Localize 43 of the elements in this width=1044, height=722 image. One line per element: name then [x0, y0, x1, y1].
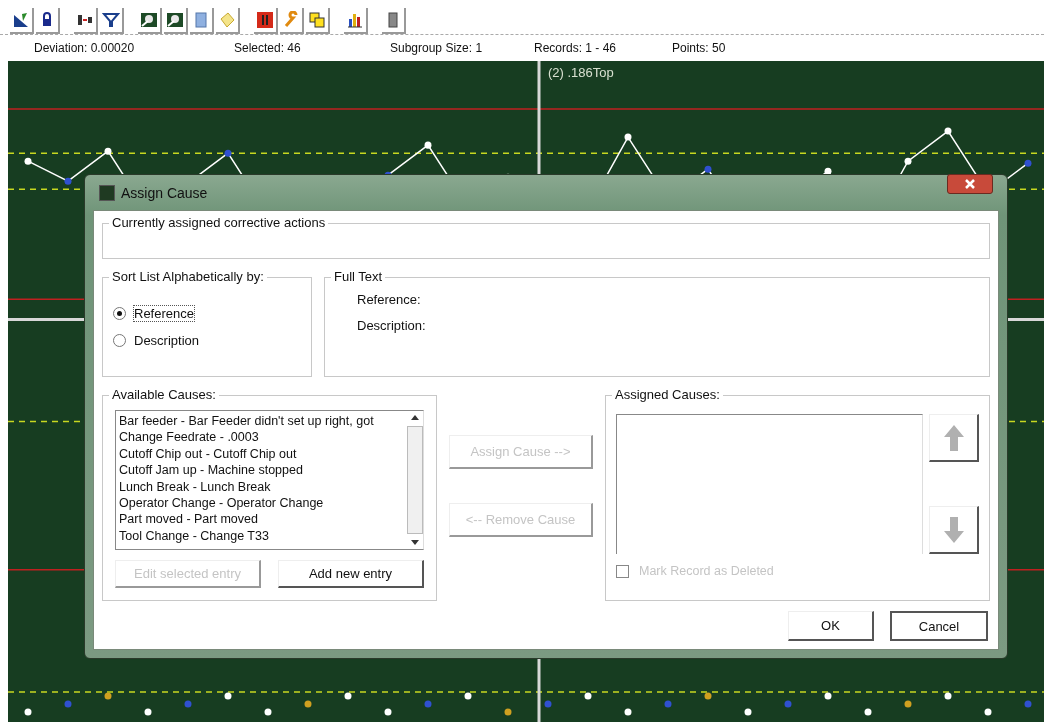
move-down-button[interactable] [929, 506, 979, 554]
status-text: Deviation: 0.00020 [34, 41, 136, 55]
split-icon[interactable] [74, 8, 98, 34]
dialog-button[interactable]: OK [788, 611, 874, 641]
close-button[interactable] [947, 174, 993, 194]
field-label: Reference: [357, 292, 422, 307]
radio-option[interactable]: Reference [113, 306, 301, 321]
status-text: Records: 1 - 46 [534, 41, 618, 55]
app-icon [99, 184, 115, 201]
layers-icon[interactable] [306, 8, 330, 34]
group-label: Full Text [331, 269, 386, 284]
down-arrow-icon [942, 514, 965, 545]
list-item[interactable]: Part moved - Part moved [119, 511, 404, 528]
group-label: Currently assigned corrective actions [109, 215, 329, 230]
field-label: Description: [357, 318, 427, 333]
list-item[interactable]: Change Feedrate - .0003 [119, 429, 404, 446]
list-item[interactable]: Tool Change - Change T33 [119, 527, 404, 545]
group-label: Assigned Causes: [612, 387, 723, 402]
scope-icon[interactable] [138, 8, 162, 34]
scroll-down-icon[interactable] [411, 540, 419, 546]
group-label: Sort List Alphabetically by: [109, 269, 267, 284]
scope-icon[interactable] [164, 8, 188, 34]
group-label: Available Causes: [109, 387, 219, 402]
status-text: Selected: 46 [234, 41, 302, 55]
list-item[interactable]: Cutoff Chip out - Cutoff Chip out [119, 445, 404, 463]
lock-icon[interactable] [36, 8, 60, 34]
list-item[interactable]: Operator Change - Operator Change [119, 495, 404, 512]
list-item[interactable]: Lunch Break - Lunch Break [119, 478, 404, 496]
radio-option[interactable]: Description [113, 333, 301, 348]
scroll-up-icon[interactable] [411, 414, 419, 420]
close-icon [964, 178, 976, 190]
entry-button[interactable]: Add new entry [278, 560, 424, 588]
list-item[interactable]: Bar feeder - Bar Feeder didn't set up right, got [119, 413, 404, 430]
dialog-title: Assign Cause [121, 184, 209, 201]
list-item[interactable]: Cutoff Jam up - Machine stopped [119, 462, 404, 479]
status-text: Points: 50 [672, 41, 726, 55]
bar-chart-icon[interactable] [344, 8, 368, 34]
filter-icon[interactable] [100, 8, 124, 34]
dialog-button[interactable]: Cancel [890, 611, 988, 641]
scroll-thumb[interactable] [407, 426, 423, 534]
status-text: Subgroup Size: 1 [390, 41, 484, 55]
pause-icon[interactable] [254, 8, 278, 34]
limit-label: (2) .186Top [548, 65, 614, 80]
